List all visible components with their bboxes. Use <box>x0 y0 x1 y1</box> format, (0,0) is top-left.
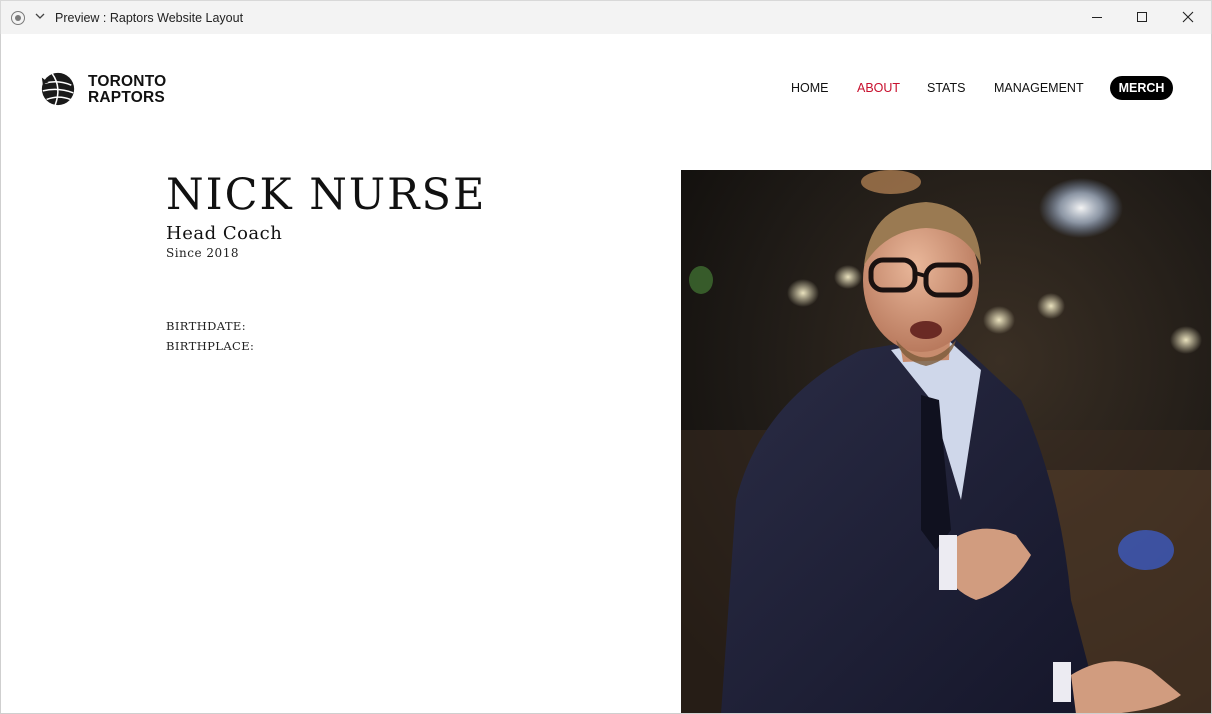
chevron-down-icon[interactable] <box>34 10 46 22</box>
coach-photo <box>681 170 1211 713</box>
merch-button[interactable]: MERCH <box>1110 76 1173 100</box>
window-titlebar: Preview : Raptors Website Layout <box>0 0 1212 34</box>
maximize-icon <box>1137 12 1147 22</box>
brand-line-1: TORONTO <box>88 73 167 90</box>
nav-home[interactable]: HOME <box>791 81 829 95</box>
nav-management[interactable]: MANAGEMENT <box>994 81 1084 95</box>
birthplace-label: BIRTHPLACE: <box>166 339 255 353</box>
maximize-button[interactable] <box>1120 1 1166 35</box>
coach-since: Since 2018 <box>166 246 239 260</box>
window-title: Preview : Raptors Website Layout <box>55 11 244 25</box>
record-icon[interactable] <box>11 11 25 25</box>
nav-about[interactable]: ABOUT <box>857 81 900 95</box>
coach-name: NICK NURSE <box>166 170 487 220</box>
basketball-claw-icon[interactable] <box>39 70 77 108</box>
minimize-icon <box>1092 17 1102 18</box>
brand-line-2: RAPTORS <box>88 89 165 106</box>
website-preview: TORONTO RAPTORS HOME ABOUT STATS MANAGEM… <box>0 34 1212 714</box>
close-button[interactable] <box>1166 1 1212 35</box>
minimize-button[interactable] <box>1075 1 1121 35</box>
close-icon <box>1182 11 1194 23</box>
birthdate-label: BIRTHDATE: <box>166 319 246 333</box>
nav-stats[interactable]: STATS <box>927 81 965 95</box>
coach-role: Head Coach <box>166 223 283 244</box>
brand-wordmark[interactable]: TORONTO RAPTORS <box>88 74 166 106</box>
